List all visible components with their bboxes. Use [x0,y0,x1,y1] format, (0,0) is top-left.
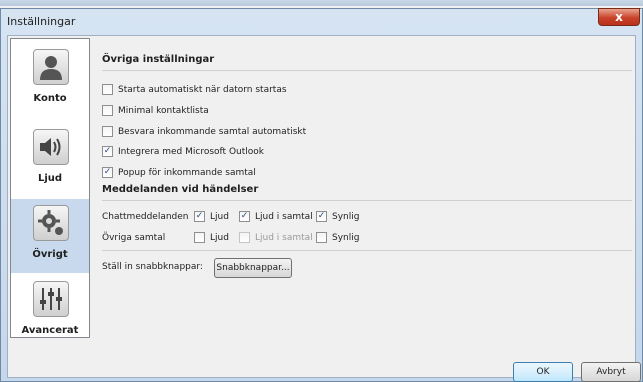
calls-sound-checkbox[interactable] [194,232,205,243]
outlook-checkbox[interactable] [102,146,113,157]
option-minimal-list[interactable]: Minimal kontaktlista [102,105,209,116]
close-icon: x [615,10,623,24]
sidebar-item-avancerat[interactable]: Avancerat [11,275,89,349]
chat-visible-option[interactable]: Synlig [316,211,359,222]
divider [102,200,632,201]
calls-visible-label: Synlig [332,232,360,243]
dialog-client-area: Konto Ljud Övrigt Avancerat Övriga instä… [7,35,641,382]
sliders-icon [33,281,69,317]
sidebar-item-label: Övrigt [32,249,68,260]
popup-label: Popup för inkommande samtal [118,167,256,178]
speaker-icon [33,129,69,165]
chat-sound-label: Ljud [210,211,229,222]
option-auto-answer[interactable]: Besvara inkommande samtal automatiskt [102,126,306,137]
category-sidebar: Konto Ljud Övrigt Avancerat [10,38,90,338]
chat-visible-label: Synlig [332,211,360,222]
cancel-button[interactable]: Avbryt [581,362,641,382]
minimal-list-label: Minimal kontaktlista [118,105,209,116]
chat-sound-option[interactable]: Ljud [194,211,229,222]
sidebar-item-label: Konto [33,93,67,104]
chat-in-call-label: Ljud i samtal [255,211,313,222]
chat-sound-checkbox[interactable] [194,211,205,222]
close-button[interactable]: x [598,8,640,26]
settings-panel: Övriga inställningar Starta automatiskt … [100,36,635,336]
chat-in-call-checkbox[interactable] [239,211,250,222]
calls-sound-option[interactable]: Ljud [194,232,229,243]
divider [102,70,632,71]
user-icon [33,49,69,85]
background-strip [0,0,643,6]
sidebar-item-ljud[interactable]: Ljud [11,123,89,197]
settings-dialog: Inställningar x Konto Ljud Övrigt Avance… [0,8,643,382]
chat-visible-checkbox[interactable] [316,211,327,222]
auto-answer-label: Besvara inkommande samtal automatiskt [118,126,307,137]
sidebar-item-ovrigt[interactable]: Övrigt [11,199,89,273]
chat-messages-label: Chattmeddelanden [102,212,189,222]
events-section-title: Meddelanden vid händelser [102,184,259,195]
shortcuts-label: Ställ in snabbknappar: [102,262,203,272]
calls-visible-option[interactable]: Synlig [316,232,359,243]
sidebar-item-label: Ljud [37,173,63,184]
outlook-label: Integrera med Microsoft Outlook [118,146,264,157]
option-outlook[interactable]: Integrera med Microsoft Outlook [102,146,264,157]
option-popup[interactable]: Popup för inkommande samtal [102,167,256,178]
calls-in-call-checkbox [239,232,250,243]
option-autostart[interactable]: Starta automatiskt när datorn startas [102,84,287,95]
window-title: Inställningar [7,15,76,28]
calls-sound-label: Ljud [210,232,229,243]
calls-in-call-option: Ljud i samtal [239,232,313,243]
minimal-list-checkbox[interactable] [102,105,113,116]
chat-in-call-option[interactable]: Ljud i samtal [239,211,313,222]
general-section-title: Övriga inställningar [102,54,215,65]
sidebar-item-label: Avancerat [21,325,79,336]
calls-visible-checkbox[interactable] [316,232,327,243]
shortcuts-button[interactable]: Snabbknappar... [214,258,292,278]
calls-in-call-label: Ljud i samtal [255,232,313,243]
auto-answer-checkbox[interactable] [102,126,113,137]
ok-button[interactable]: OK [513,362,573,382]
popup-checkbox[interactable] [102,167,113,178]
title-bar[interactable]: Inställningar x [1,8,642,35]
divider [102,250,632,251]
other-calls-label: Övriga samtal [102,233,166,243]
gear-icon [33,205,69,241]
autostart-checkbox[interactable] [102,84,113,95]
sidebar-item-konto[interactable]: Konto [11,43,89,117]
autostart-label: Starta automatiskt när datorn startas [118,84,287,95]
